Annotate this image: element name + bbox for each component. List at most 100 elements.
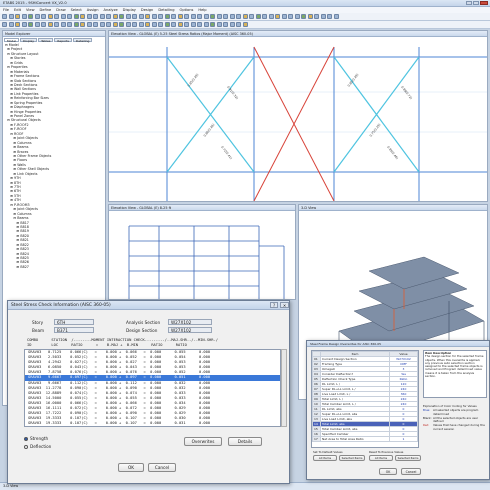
toolbar-button-icon[interactable] [223,14,228,19]
overwrites-table-wrap[interactable]: Item Value 01 Current Design Section W27X1… [311,350,419,448]
toolbar-button-icon[interactable] [197,22,202,27]
toolbar-button-icon[interactable] [47,22,53,27]
explorer-tab-reports[interactable]: Reports [54,38,72,43]
toolbar-button-icon[interactable] [2,14,7,19]
overwrites-cancel-button[interactable]: Cancel [401,468,421,475]
default-all-items-button[interactable]: All Items [313,455,337,461]
toolbar-button-icon[interactable] [301,14,306,19]
toolbar-button-icon[interactable] [132,22,137,27]
toolbar-button-icon[interactable] [203,22,209,27]
toolbar-button-icon[interactable] [203,14,209,19]
toolbar-button-icon[interactable] [229,14,235,19]
cancel-button[interactable]: Cancel [148,463,176,472]
explorer-tab-model[interactable]: Model [4,38,20,43]
toolbar-button-icon[interactable] [242,22,248,27]
explorer-tab-display[interactable]: Display [20,38,38,43]
toolbar-button-icon[interactable] [333,14,339,19]
toolbar-button-icon[interactable] [164,22,170,27]
toolbar-button-icon[interactable] [268,14,274,19]
toolbar-button-icon[interactable] [93,14,98,19]
explorer-tab-detailing[interactable]: Detailing [72,38,93,43]
toolbar-button-icon[interactable] [28,22,33,27]
ok-button[interactable]: OK [118,463,144,472]
toolbar-button-icon[interactable] [73,22,79,27]
close-icon[interactable] [480,1,488,5]
toolbar-button-icon[interactable] [229,22,235,27]
toolbar-button-icon[interactable] [99,14,105,19]
details-button[interactable]: Details [228,437,262,446]
toolbar-button-icon[interactable] [34,14,40,19]
toolbar-button-icon[interactable] [119,22,124,27]
toolbar-button-icon[interactable] [138,14,144,19]
result-row[interactable]: GRAV03 19.3333 0.107(C) = 0.000 + 0.107 … [25,421,280,426]
tree-node[interactable]: ⊞ B827 [5,265,105,269]
toolbar-button-icon[interactable] [99,22,105,27]
overwrite-row[interactable]: 17 Net Area to Total Area Ratio 1 [312,436,418,442]
toolbar-button-icon[interactable] [158,14,163,19]
toolbar-button-icon[interactable] [119,14,124,19]
toolbar-button-icon[interactable] [8,22,14,27]
dialog-close-icon[interactable]: ✕ [280,302,289,308]
toolbar-button-icon[interactable] [86,14,92,19]
toolbar-button-icon[interactable] [177,22,183,27]
toolbar-button-icon[interactable] [47,14,53,19]
toolbar-button-icon[interactable] [112,14,118,19]
toolbar-button-icon[interactable] [54,22,59,27]
toolbar-button-icon[interactable] [158,22,163,27]
toolbar-button-icon[interactable] [41,14,46,19]
toolbar-button-icon[interactable] [327,14,332,19]
toolbar-button-icon[interactable] [67,22,72,27]
toolbar-button-icon[interactable] [106,14,111,19]
toolbar-button-icon[interactable] [60,22,66,27]
toolbar-button-icon[interactable] [314,14,319,19]
toolbar-button-icon[interactable] [80,14,85,19]
toolbar-button-icon[interactable] [236,14,241,19]
default-selected-items-button[interactable]: Selected Items [339,455,365,461]
toolbar-button-icon[interactable] [184,14,189,19]
toolbar-button-icon[interactable] [8,14,14,19]
toolbar-button-icon[interactable] [86,22,92,27]
toolbar-button-icon[interactable] [223,22,228,27]
toolbar-button-icon[interactable] [164,14,170,19]
toolbar-button-icon[interactable] [73,14,79,19]
toolbar-button-icon[interactable] [288,14,293,19]
toolbar-button-icon[interactable] [197,14,202,19]
toolbar-button-icon[interactable] [184,22,189,27]
dialog-help-icon[interactable]: ? [270,302,278,308]
toolbar-button-icon[interactable] [60,14,66,19]
toolbar-button-icon[interactable] [80,22,85,27]
toolbar-button-icon[interactable] [249,14,254,19]
toolbar-button-icon[interactable] [210,22,215,27]
toolbar-button-icon[interactable] [21,22,27,27]
toolbar-button-icon[interactable] [145,14,150,19]
toolbar-button-icon[interactable] [190,14,196,19]
toolbar-button-icon[interactable] [112,22,118,27]
toolbar-button-icon[interactable] [210,14,215,19]
toolbar-button-icon[interactable] [236,22,241,27]
toolbar-button-icon[interactable] [151,22,157,27]
toolbar-button-icon[interactable] [307,14,313,19]
toolbar-button-icon[interactable] [171,22,176,27]
elevation-frame-diagram[interactable] [109,211,295,299]
toolbar-button-icon[interactable] [28,14,33,19]
strength-radio[interactable]: Strength [24,436,48,441]
toolbar-button-icon[interactable] [93,22,98,27]
toolbar-button-icon[interactable] [294,14,300,19]
toolbar-button-icon[interactable] [41,22,46,27]
toolbar-button-icon[interactable] [177,14,183,19]
results-scrollbar[interactable] [281,349,287,427]
toolbar-button-icon[interactable] [106,22,111,27]
toolbar-button-icon[interactable] [216,14,222,19]
maximize-icon[interactable] [473,1,479,5]
explorer-tab-tables[interactable]: Tables [38,38,54,43]
toolbar-button-icon[interactable] [125,22,131,27]
deflection-radio[interactable]: Deflection [24,444,51,449]
toolbar-button-icon[interactable] [171,14,176,19]
toolbar-button-icon[interactable] [151,14,157,19]
toolbar-button-icon[interactable] [15,14,20,19]
toolbar-button-icon[interactable] [34,22,40,27]
toolbar-button-icon[interactable] [281,14,287,19]
minimize-icon[interactable] [466,1,472,5]
toolbar-button-icon[interactable] [190,22,196,27]
reset-all-items-button[interactable]: All Items [369,455,393,461]
